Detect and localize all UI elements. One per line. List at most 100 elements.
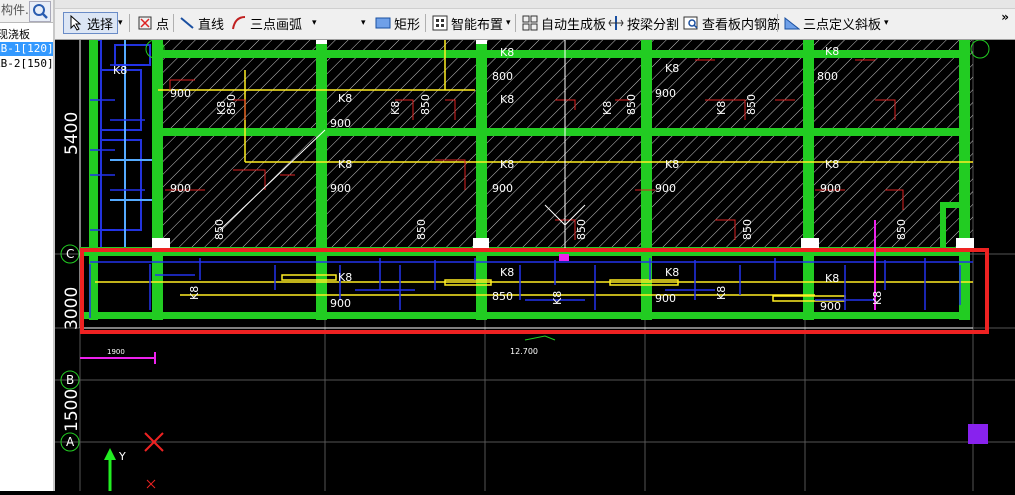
point-icon xyxy=(137,15,153,31)
svg-text:K8: K8 xyxy=(338,158,352,171)
svg-text:850: 850 xyxy=(745,94,758,115)
svg-text:900: 900 xyxy=(170,182,191,195)
dim-1900: 1900 xyxy=(107,348,125,356)
svg-text:K8: K8 xyxy=(871,291,884,305)
svg-text:850: 850 xyxy=(492,290,513,303)
svg-text:K8: K8 xyxy=(338,92,352,105)
cursor-icon xyxy=(68,14,84,31)
auto-generate-slab-button[interactable]: 自动生成板 xyxy=(522,12,606,34)
svg-text:K8: K8 xyxy=(188,286,201,300)
separator xyxy=(173,14,174,32)
svg-text:900: 900 xyxy=(820,182,841,195)
point-button[interactable]: 点 xyxy=(137,12,169,34)
toolbar-upper-strip xyxy=(55,0,1015,9)
arc-button[interactable]: 三点画弧 ▾ xyxy=(231,12,317,34)
separator xyxy=(515,14,516,32)
auto-generate-label: 自动生成板 xyxy=(541,17,607,33)
point-label: 点 xyxy=(156,17,170,33)
svg-text:900: 900 xyxy=(330,117,351,130)
svg-text:800: 800 xyxy=(817,70,838,83)
auto-generate-icon xyxy=(522,15,538,31)
elevation-marker xyxy=(524,335,556,341)
drawing-canvas[interactable]: K8 K8 K8 K8 K8 K8 K8 K8 K8 K8 K8 K8 K8 K… xyxy=(55,39,1015,491)
toolbar-overflow-button[interactable]: » xyxy=(1001,10,1009,24)
svg-text:K8: K8 xyxy=(113,64,127,77)
svg-text:K8: K8 xyxy=(500,93,514,106)
axis-a-label: A xyxy=(66,435,75,449)
smart-layout-label: 智能布置 xyxy=(451,17,504,33)
search-input[interactable]: 构件... xyxy=(0,2,30,18)
svg-text:900: 900 xyxy=(655,87,676,100)
svg-text:K8: K8 xyxy=(338,271,352,284)
separator xyxy=(425,14,426,32)
svg-text:850: 850 xyxy=(575,219,588,240)
tree-item-lb2[interactable]: LB-2[150] xyxy=(0,57,53,71)
svg-text:K8: K8 xyxy=(665,158,679,171)
svg-text:850: 850 xyxy=(419,94,432,115)
svg-text:K8: K8 xyxy=(551,291,564,305)
smart-layout-button[interactable]: 智能布置 ▾ xyxy=(432,12,511,34)
smart-layout-icon xyxy=(432,15,448,31)
dim-1500: 1500 xyxy=(62,389,82,432)
separator xyxy=(129,14,130,32)
line-button[interactable]: 直线 xyxy=(179,12,224,34)
svg-text:850: 850 xyxy=(225,94,238,115)
svg-text:K8: K8 xyxy=(715,101,728,115)
cad-drawing[interactable]: K8 K8 K8 K8 K8 K8 K8 K8 K8 K8 K8 K8 K8 K… xyxy=(55,39,1015,491)
draw-toolbar: 选择 ▾ 点 直线 三点画弧 ▾ ▾ 矩形 智能布置 ▾ 自动生成板 按梁分割 … xyxy=(55,0,1015,40)
rect-label: 矩形 xyxy=(394,17,421,33)
view-slab-rebar-button[interactable]: 查看板内钢筋 xyxy=(683,12,780,34)
shape-dropdown[interactable]: ▾ xyxy=(358,12,366,34)
line-icon xyxy=(179,15,195,31)
svg-text:K8: K8 xyxy=(825,45,839,58)
chevron-down-icon: ▾ xyxy=(884,18,889,28)
component-panel: 构件... 现浇板 LB-1[120] LB-2[150] xyxy=(0,0,53,491)
axis-c-label: C xyxy=(66,247,74,261)
svg-text:800: 800 xyxy=(492,70,513,83)
dim-5400: 5400 xyxy=(62,112,82,155)
svg-text:K8: K8 xyxy=(665,266,679,279)
svg-text:850: 850 xyxy=(625,94,638,115)
arc-label: 三点画弧 xyxy=(250,17,303,33)
select-button[interactable]: 选择 xyxy=(63,12,119,34)
split-icon xyxy=(608,15,624,31)
rectangle-icon xyxy=(375,15,391,31)
svg-text:900: 900 xyxy=(655,182,676,195)
svg-text:K8: K8 xyxy=(825,272,839,285)
search-button[interactable] xyxy=(29,1,51,22)
slope-button[interactable]: 三点定义斜板 ▾ xyxy=(784,12,889,34)
select-label: 选择 xyxy=(87,17,114,33)
svg-text:K8: K8 xyxy=(715,286,728,300)
svg-text:K8: K8 xyxy=(665,62,679,75)
chevron-down-icon: ▾ xyxy=(506,18,511,28)
axis-b-label: B xyxy=(66,373,74,387)
arc-icon xyxy=(231,15,247,31)
svg-text:850: 850 xyxy=(895,219,908,240)
chevron-down-icon: ▾ xyxy=(312,18,317,28)
svg-text:K8: K8 xyxy=(500,46,514,59)
tree-item-lb1[interactable]: LB-1[120] xyxy=(0,42,53,56)
svg-text:900: 900 xyxy=(820,300,841,313)
line-label: 直线 xyxy=(198,17,225,33)
search-box: 构件... xyxy=(0,0,53,23)
svg-text:Y: Y xyxy=(118,450,126,463)
svg-text:850: 850 xyxy=(741,219,754,240)
svg-text:850: 850 xyxy=(213,219,226,240)
svg-text:850: 850 xyxy=(415,219,428,240)
purple-grip-marker[interactable] xyxy=(968,424,988,444)
svg-text:K8: K8 xyxy=(601,101,614,115)
svg-text:K8: K8 xyxy=(500,158,514,171)
chevron-down-icon: ▾ xyxy=(118,18,123,28)
separator xyxy=(777,14,778,32)
svg-text:K8: K8 xyxy=(389,101,402,115)
svg-text:900: 900 xyxy=(655,292,676,305)
select-dropdown[interactable]: ▾ xyxy=(115,12,123,34)
slope-label: 三点定义斜板 xyxy=(803,17,882,33)
split-by-beam-button[interactable]: 按梁分割 xyxy=(608,12,679,34)
svg-text:K8: K8 xyxy=(825,158,839,171)
svg-text:900: 900 xyxy=(170,87,191,100)
search-icon xyxy=(33,4,48,19)
rect-button[interactable]: 矩形 xyxy=(375,12,420,34)
view-rebar-icon xyxy=(683,15,699,31)
tree-root-slab[interactable]: 现浇板 xyxy=(0,26,30,42)
